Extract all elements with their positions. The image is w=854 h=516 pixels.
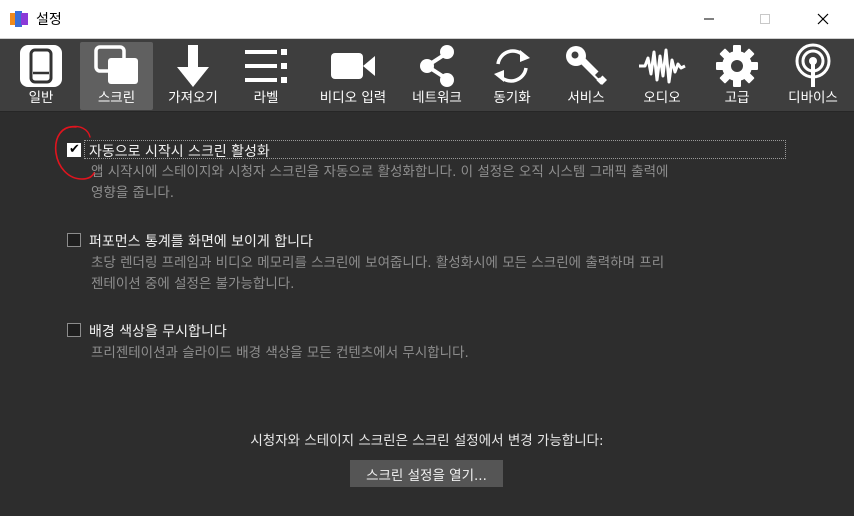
maximize-button[interactable] — [742, 0, 788, 38]
description-line: 초당 렌더링 프레임과 비디오 메모리를 스크린에 보여줍니다. 활성화시에 모… — [91, 255, 665, 271]
share-network-icon — [420, 45, 454, 87]
labels-icon — [245, 49, 287, 83]
tab-devices[interactable]: 디바이스 — [780, 42, 846, 110]
auto-enable-screens-label: 자동으로 시작시 스크린 활성화 — [89, 144, 270, 160]
audio-waveform-icon — [639, 48, 686, 84]
tab-import-label: 가져오기 — [168, 90, 218, 106]
ignore-background-description: 프리젠테이션과 슬라이드 배경 색상을 모든 컨텐츠에서 무시합니다. — [91, 343, 791, 364]
description-line: 젠테이션 중에 설정은 불가능합니다. — [91, 276, 295, 292]
tab-services[interactable]: 서비스 — [556, 42, 616, 110]
key-icon — [566, 46, 607, 85]
broadcast-icon — [795, 43, 831, 87]
open-screen-settings-button[interactable]: 스크린 설정을 열기... — [350, 460, 503, 487]
performance-stats-checkbox[interactable] — [67, 233, 81, 247]
tab-labels[interactable]: 라벨 — [236, 42, 296, 110]
gear-icon — [716, 45, 758, 87]
tab-screens[interactable]: 스크린 — [80, 42, 153, 110]
screens-icon — [93, 45, 138, 84]
tab-video-input-label: 비디오 입력 — [319, 90, 387, 106]
general-icon — [20, 45, 62, 87]
maximize-icon — [760, 14, 770, 24]
tab-general-label: 일반 — [28, 90, 54, 106]
app-icon — [10, 11, 28, 27]
screens-config-note-text: 시청자와 스테이지 스크린은 스크린 설정에서 변경 가능합니다: — [250, 433, 604, 449]
performance-stats-label: 퍼포먼스 통계를 화면에 보이게 합니다 — [89, 234, 313, 250]
settings-toolbar: 일반 스크린 가져오기 라벨 비디오 입력 네트워크 동기화 서비스 오디오 고… — [0, 39, 854, 112]
tab-services-label: 서비스 — [567, 90, 605, 106]
description-line: 프리젠테이션과 슬라이드 배경 색상을 모든 컨텐츠에서 무시합니다. — [91, 345, 469, 361]
screens-settings-panel: ✔ 자동으로 시작시 스크린 활성화 앱 시작시에 스테이지와 시청자 스크린을… — [0, 113, 854, 516]
tab-audio[interactable]: 오디오 — [632, 42, 692, 110]
tab-advanced[interactable]: 고급 — [708, 42, 766, 110]
minimize-button[interactable] — [686, 0, 732, 38]
close-icon — [817, 13, 829, 25]
video-camera-icon — [331, 53, 375, 79]
tab-labels-label: 라벨 — [253, 90, 279, 106]
auto-enable-screens-description: 앱 시작시에 스테이지와 시청자 스크린을 자동으로 활성화합니다. 이 설정은… — [91, 162, 791, 204]
window-title: 설정 — [36, 12, 62, 28]
tab-network[interactable]: 네트워크 — [404, 42, 470, 110]
close-button[interactable] — [800, 0, 846, 38]
title-bar: 설정 — [0, 0, 854, 39]
ignore-background-label: 배경 색상을 무시합니다 — [89, 324, 227, 340]
tab-general[interactable]: 일반 — [14, 42, 68, 110]
minimize-icon — [704, 18, 714, 20]
annotation-circle — [54, 125, 95, 180]
tab-audio-label: 오디오 — [643, 90, 681, 106]
tab-sync[interactable]: 동기화 — [482, 42, 542, 110]
screens-config-note: 시청자와 스테이지 스크린은 스크린 설정에서 변경 가능합니다: — [0, 429, 854, 449]
description-line: 영향을 줍니다. — [91, 185, 175, 201]
ignore-background-checkbox[interactable] — [67, 323, 81, 337]
sync-icon — [494, 49, 530, 83]
tab-screens-label: 스크린 — [97, 90, 136, 106]
description-line: 앱 시작시에 스테이지와 시청자 스크린을 자동으로 활성화합니다. 이 설정은… — [91, 164, 669, 180]
tab-sync-label: 동기화 — [493, 90, 531, 106]
performance-stats-description: 초당 렌더링 프레임과 비디오 메모리를 스크린에 보여줍니다. 활성화시에 모… — [91, 253, 791, 295]
tab-network-label: 네트워크 — [412, 90, 462, 106]
tab-devices-label: 디바이스 — [788, 90, 838, 106]
tab-import[interactable]: 가져오기 — [160, 42, 226, 110]
tab-video-input[interactable]: 비디오 입력 — [308, 42, 398, 110]
tab-advanced-label: 고급 — [724, 90, 750, 106]
import-icon — [177, 45, 209, 87]
